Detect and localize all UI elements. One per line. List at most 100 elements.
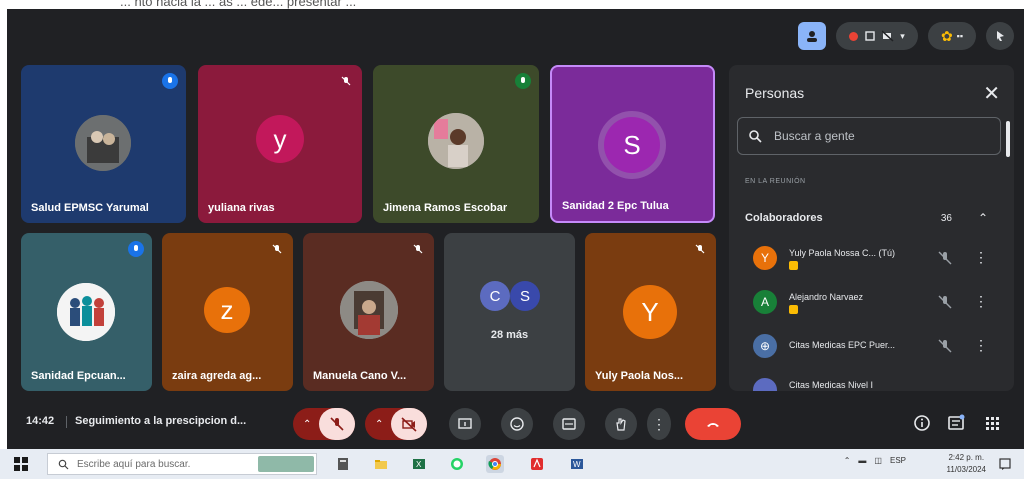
participant-tile[interactable]: S Sanidad 2 Epc Tulua <box>550 65 715 223</box>
mic-off-icon[interactable] <box>938 339 952 353</box>
activities-button[interactable] <box>983 414 1001 432</box>
speaking-indicator-icon <box>515 73 531 89</box>
leave-call-button[interactable] <box>685 408 741 440</box>
control-bar: 14:42 Seguimiento a la prescipcion d... … <box>7 399 1024 445</box>
folder-icon <box>375 460 387 469</box>
person-name: Alejandro Narvaez <box>789 292 864 302</box>
more-options-icon[interactable]: ⋮ <box>974 337 988 354</box>
camera-off-icon <box>401 417 417 432</box>
person-avatar: ⊕ <box>753 334 777 358</box>
participant-tile[interactable]: Manuela Cano V... <box>303 233 434 391</box>
mic-off-icon[interactable] <box>938 295 952 309</box>
participant-name: Manuela Cano V... <box>313 370 407 382</box>
taskbar-app-whatsapp[interactable] <box>448 455 466 473</box>
taskbar-app-acrobat[interactable] <box>528 455 546 473</box>
meeting-time: 14:42 <box>26 415 55 427</box>
more-options-button[interactable]: ⋮ <box>647 408 671 440</box>
meeting-details-button[interactable] <box>798 22 826 50</box>
participant-avatar: S <box>604 117 660 173</box>
speaking-indicator-icon <box>162 73 178 89</box>
participant-tile[interactable]: Jimena Ramos Escobar <box>373 65 539 223</box>
close-icon: ✕ <box>983 83 1000 105</box>
person-name: Citas Medicas Nivel I <box>789 380 874 390</box>
pointer-button[interactable] <box>986 22 1014 50</box>
person-avatar: Y <box>753 246 777 270</box>
person-avatar: A <box>753 290 777 314</box>
windows-start-icon[interactable] <box>14 457 28 471</box>
chevron-down-icon: ▾ <box>900 30 905 41</box>
word-icon: W <box>571 459 583 469</box>
meeting-info-button[interactable] <box>913 414 931 432</box>
participant-name: Sanidad 2 Epc Tulua <box>562 200 669 212</box>
people-button[interactable] <box>947 414 965 432</box>
collaborators-group-header[interactable]: Colaboradores 36 ⌃ <box>729 200 1014 236</box>
panel-scrollbar[interactable] <box>1006 121 1010 157</box>
close-panel-button[interactable]: ✕ <box>983 81 1000 106</box>
participant-tile[interactable]: Y Yuly Paola Nos... <box>585 233 716 391</box>
section-label: EN LA REUNIÓN <box>745 178 806 185</box>
system-tray[interactable]: ⌃ ▬ ◫ ESP <box>844 456 906 465</box>
participant-avatar: S <box>510 281 540 311</box>
windows-taskbar: Escribe aquí para buscar. X W ⌃ ▬ ◫ ESP … <box>0 449 1024 479</box>
more-participants-tile[interactable]: C S 28 más <box>444 233 575 391</box>
hang-up-icon <box>707 423 719 427</box>
participant-tile[interactable]: Salud EPMSC Yarumal <box>21 65 186 223</box>
captions-button[interactable] <box>553 408 585 440</box>
participant-name: Sanidad Epcuan... <box>31 370 126 382</box>
participant-photo <box>57 283 115 341</box>
battery-icon: ▬ <box>858 456 867 465</box>
present-icon <box>458 418 472 429</box>
taskbar-app-file-explorer[interactable] <box>372 455 390 473</box>
taskbar-app-word[interactable]: W <box>568 455 586 473</box>
participant-tile[interactable]: z zaira agreda ag... <box>162 233 293 391</box>
participant-count-icon: ▪▪ <box>956 31 964 41</box>
participant-avatar: C <box>480 281 510 311</box>
notifications-icon[interactable] <box>998 457 1012 471</box>
people-icon <box>807 31 817 42</box>
activities-pill[interactable]: ✿ ▪▪ <box>928 22 976 50</box>
participant-tile[interactable]: y yuliana rivas <box>198 65 362 223</box>
taskbar-app-excel[interactable]: X <box>410 455 428 473</box>
chevron-up-icon[interactable]: ⌃ <box>303 419 311 430</box>
shapes-icon: ✿ <box>940 27 953 44</box>
svg-text:X: X <box>416 460 422 469</box>
person-row[interactable]: ⊕ Citas Medicas EPC Puer... ⋮ <box>729 327 1014 367</box>
camera-control[interactable]: ⌃ <box>365 408 427 440</box>
recording-status-pill[interactable]: ▾ <box>836 22 918 50</box>
captions-icon <box>562 418 576 430</box>
clock-time: 2:42 p. m. <box>948 453 985 462</box>
more-options-icon[interactable]: ⋮ <box>974 249 988 266</box>
taskbar-app-calculator[interactable] <box>334 455 352 473</box>
participant-photo <box>428 113 484 169</box>
emoji-icon <box>510 417 524 431</box>
chevron-up-icon: ⌃ <box>977 211 988 225</box>
mic-off-icon <box>692 241 708 257</box>
taskbar-clock[interactable]: 2:42 p. m. 11/03/2024 <box>947 452 986 476</box>
network-icon: ◫ <box>874 456 882 465</box>
excel-icon: X <box>413 459 425 469</box>
taskbar-app-chrome[interactable] <box>486 455 504 473</box>
camera-toggle-button[interactable] <box>391 408 427 440</box>
participant-tile[interactable]: Sanidad Epcuan... <box>21 233 152 391</box>
microphone-toggle-button[interactable] <box>319 408 355 440</box>
mic-off-icon <box>269 241 285 257</box>
person-row[interactable]: A Alejandro Narvaez ⋮ <box>729 283 1014 323</box>
language-indicator: ESP <box>889 456 906 465</box>
microphone-control[interactable]: ⌃ <box>293 408 355 440</box>
svg-text:W: W <box>573 460 581 469</box>
person-row[interactable]: Citas Medicas Nivel I <box>729 371 1014 391</box>
taskbar-search-input[interactable]: Escribe aquí para buscar. <box>47 453 317 475</box>
participant-name: yuliana rivas <box>208 202 275 214</box>
present-screen-button[interactable] <box>449 408 481 440</box>
caption-text: ... nto hacia la ... as ... ede... prese… <box>120 0 357 9</box>
calculator-icon <box>338 458 348 470</box>
person-row[interactable]: Y Yuly Paola Nossa C... (Tú) ⋮ <box>729 239 1014 279</box>
mic-off-icon[interactable] <box>938 251 952 265</box>
pointer-icon <box>997 31 1004 41</box>
search-placeholder: Buscar a gente <box>774 129 855 143</box>
more-options-icon[interactable]: ⋮ <box>974 293 988 310</box>
people-search-input[interactable]: Buscar a gente <box>737 117 1001 155</box>
reactions-button[interactable] <box>501 408 533 440</box>
chevron-up-icon[interactable]: ⌃ <box>375 419 383 430</box>
raise-hand-button[interactable] <box>605 408 637 440</box>
